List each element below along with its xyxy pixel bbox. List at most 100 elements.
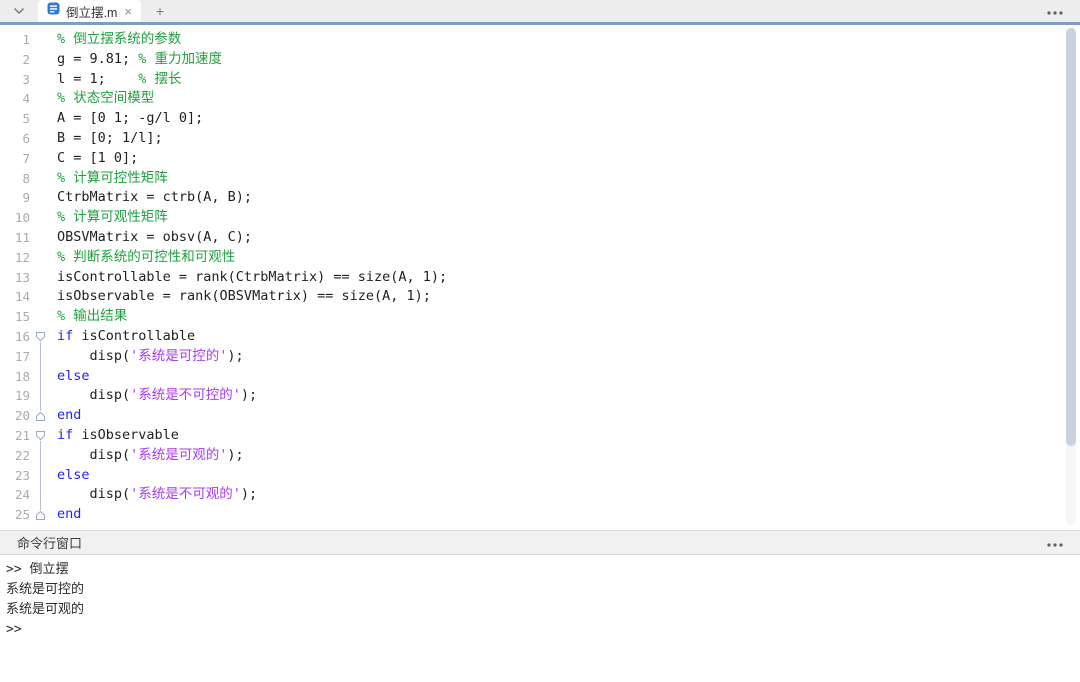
code-text: end bbox=[57, 407, 82, 424]
code-line[interactable]: 3 l = 1; % 摆长 bbox=[0, 70, 1080, 90]
fold-gutter bbox=[30, 50, 57, 70]
console-line: >> bbox=[6, 622, 22, 637]
tab-file[interactable]: 倒立摆.m × bbox=[38, 0, 141, 22]
fold-gutter bbox=[30, 386, 57, 406]
command-window-overflow-menu[interactable] bbox=[1047, 534, 1063, 552]
code-line[interactable]: 10 % 计算可观性矩阵 bbox=[0, 208, 1080, 228]
code-line[interactable]: 4 % 状态空间模型 bbox=[0, 89, 1080, 109]
code-text: % 计算可控性矩阵 bbox=[57, 169, 168, 186]
fold-collapse-icon[interactable] bbox=[30, 426, 57, 446]
line-number[interactable]: 25 bbox=[0, 505, 30, 525]
code-line[interactable]: 20 end bbox=[0, 406, 1080, 426]
code-line[interactable]: 15 % 输出结果 bbox=[0, 307, 1080, 327]
code-line[interactable]: 21 if isObservable bbox=[0, 426, 1080, 446]
line-number[interactable]: 7 bbox=[0, 149, 30, 169]
code-line[interactable]: 9 CtrbMatrix = ctrb(A, B); bbox=[0, 188, 1080, 208]
code-text: l = 1; % 摆长 bbox=[57, 70, 182, 87]
code-line[interactable]: 16 if isControllable bbox=[0, 327, 1080, 347]
code-text: % 判断系统的可控性和可观性 bbox=[57, 248, 236, 265]
line-number[interactable]: 2 bbox=[0, 50, 30, 70]
close-icon[interactable]: × bbox=[124, 5, 132, 18]
code-text: if isControllable bbox=[57, 327, 196, 344]
line-number[interactable]: 16 bbox=[0, 327, 30, 347]
line-number[interactable]: 15 bbox=[0, 307, 30, 327]
code-text: disp('系统是不可控的'); bbox=[57, 387, 258, 404]
line-number[interactable]: 21 bbox=[0, 426, 30, 446]
code-line[interactable]: 18 else bbox=[0, 366, 1080, 387]
code-line[interactable]: 1 % 倒立摆系统的参数 bbox=[0, 30, 1080, 50]
code-text: end bbox=[57, 506, 82, 523]
code-line[interactable]: 25 end bbox=[0, 505, 1080, 525]
chevron-down-icon bbox=[13, 2, 25, 20]
command-window-header[interactable]: 命令行窗口 bbox=[0, 530, 1080, 555]
line-number[interactable]: 4 bbox=[0, 89, 30, 109]
fold-gutter bbox=[30, 346, 57, 367]
editor-scrollbar-track[interactable] bbox=[1066, 27, 1076, 525]
console-line: 系统是可控的 bbox=[6, 582, 85, 597]
fold-collapse-icon[interactable] bbox=[30, 327, 57, 347]
code-text: disp('系统是不可观的'); bbox=[57, 486, 258, 503]
code-editor[interactable]: 1 % 倒立摆系统的参数 2 g = 9.81; % 重力加速度 3 l = 1; % 摆… bbox=[0, 25, 1080, 530]
line-number[interactable]: 17 bbox=[0, 347, 30, 367]
fold-end-icon[interactable] bbox=[30, 505, 57, 525]
fold-gutter bbox=[30, 366, 57, 387]
line-number[interactable]: 3 bbox=[0, 70, 30, 90]
code-text: % 倒立摆系统的参数 bbox=[57, 31, 182, 47]
fold-end-icon[interactable] bbox=[30, 406, 57, 426]
code-text: isObservable = rank(OBSVMatrix) == size(… bbox=[57, 288, 431, 305]
code-line[interactable]: 17 disp('系统是可控的'); bbox=[0, 346, 1080, 367]
fold-gutter bbox=[30, 485, 57, 505]
code-line[interactable]: 23 else bbox=[0, 465, 1080, 486]
line-number[interactable]: 19 bbox=[0, 386, 30, 406]
fold-gutter bbox=[30, 465, 57, 486]
code-line[interactable]: 19 disp('系统是不可控的'); bbox=[0, 386, 1080, 406]
line-number[interactable]: 23 bbox=[0, 466, 30, 486]
code-line[interactable]: 24 disp('系统是不可观的'); bbox=[0, 485, 1080, 505]
line-number[interactable]: 10 bbox=[0, 208, 30, 228]
line-number[interactable]: 1 bbox=[0, 30, 30, 50]
line-number[interactable]: 9 bbox=[0, 188, 30, 208]
line-number[interactable]: 13 bbox=[0, 268, 30, 288]
code-line[interactable]: 14 isObservable = rank(OBSVMatrix) == siz… bbox=[0, 287, 1080, 307]
code-text: OBSVMatrix = obsv(A, C); bbox=[57, 228, 253, 245]
code-line[interactable]: 8 % 计算可控性矩阵 bbox=[0, 169, 1080, 189]
tab-bar-overflow-menu[interactable] bbox=[1030, 0, 1080, 22]
line-number[interactable]: 18 bbox=[0, 367, 30, 387]
code-line[interactable]: 5 A = [0 1; -g/l 0]; bbox=[0, 109, 1080, 129]
code-text: % 输出结果 bbox=[57, 308, 128, 325]
tab-title: 倒立摆.m bbox=[66, 5, 118, 20]
line-number[interactable]: 12 bbox=[0, 248, 30, 268]
line-number[interactable]: 5 bbox=[0, 109, 30, 129]
new-tab-button[interactable]: + bbox=[147, 0, 173, 22]
editor-scrollbar-thumb[interactable] bbox=[1066, 28, 1076, 446]
line-number[interactable]: 22 bbox=[0, 446, 30, 466]
mfile-document-icon bbox=[47, 2, 60, 20]
code-line[interactable]: 12 % 判断系统的可控性和可观性 bbox=[0, 248, 1080, 268]
line-number[interactable]: 24 bbox=[0, 485, 30, 505]
code-line[interactable]: 13 isControllable = rank(CtrbMatrix) == s… bbox=[0, 268, 1080, 288]
code-text: g = 9.81; % 重力加速度 bbox=[57, 50, 223, 67]
command-window[interactable]: >> 倒立摆 系统是可控的 系统是可观的 >> bbox=[0, 555, 1080, 682]
line-number[interactable]: 6 bbox=[0, 129, 30, 149]
code-line[interactable]: 6 B = [0; 1/l]; bbox=[0, 129, 1080, 149]
code-text: A = [0 1; -g/l 0]; bbox=[57, 110, 204, 127]
code-text: else bbox=[57, 466, 90, 483]
code-text: disp('系统是可控的'); bbox=[57, 347, 244, 364]
code-line[interactable]: 22 disp('系统是可观的'); bbox=[0, 445, 1080, 466]
line-number[interactable]: 8 bbox=[0, 169, 30, 189]
code-line[interactable]: 11 OBSVMatrix = obsv(A, C); bbox=[0, 228, 1080, 248]
code-text: if isObservable bbox=[57, 426, 179, 443]
ellipsis-icon bbox=[1047, 534, 1063, 552]
code-text: isControllable = rank(CtrbMatrix) == siz… bbox=[57, 268, 448, 285]
line-number[interactable]: 20 bbox=[0, 406, 30, 426]
fold-gutter bbox=[30, 169, 57, 189]
code-line[interactable]: 2 g = 9.81; % 重力加速度 bbox=[0, 50, 1080, 70]
line-number[interactable]: 14 bbox=[0, 287, 30, 307]
code-line[interactable]: 7 C = [1 0]; bbox=[0, 149, 1080, 169]
tab-list-dropdown-button[interactable] bbox=[0, 0, 38, 22]
plus-icon: + bbox=[155, 3, 165, 19]
line-number[interactable]: 11 bbox=[0, 228, 30, 248]
fold-gutter bbox=[30, 109, 57, 129]
fold-gutter bbox=[30, 89, 57, 109]
code-text: CtrbMatrix = ctrb(A, B); bbox=[57, 189, 253, 206]
